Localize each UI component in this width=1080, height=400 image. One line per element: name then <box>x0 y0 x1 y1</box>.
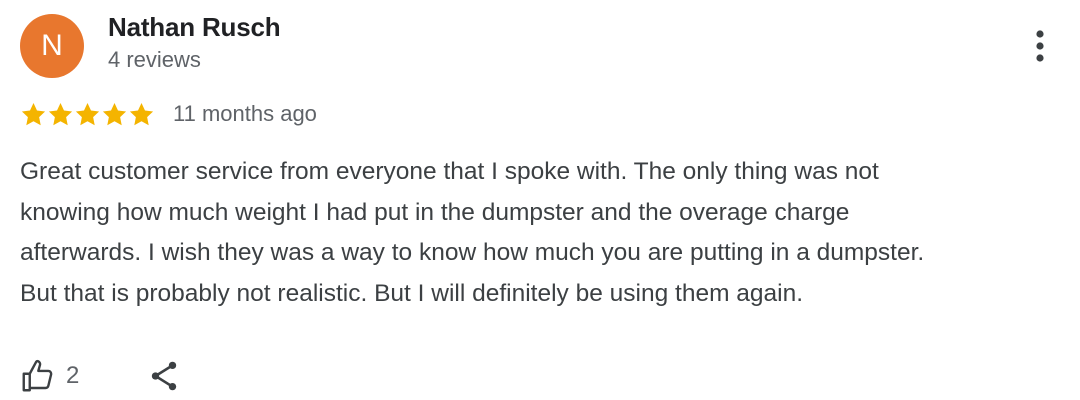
author-name[interactable]: Nathan Rusch <box>108 12 281 43</box>
star-rating <box>20 101 155 128</box>
thumbs-up-icon <box>22 359 53 392</box>
star-icon <box>102 102 127 125</box>
avatar-initial: N <box>41 29 63 62</box>
more-vertical-icon <box>1036 30 1044 62</box>
review-date: 11 months ago <box>173 101 317 126</box>
more-options-button[interactable] <box>1024 24 1056 68</box>
review-card: N Nathan Rusch 4 reviews 11 months ago G… <box>0 0 1080 400</box>
author-review-count: 4 reviews <box>108 47 201 72</box>
star-icon <box>48 102 73 125</box>
review-text: Great customer service from everyone tha… <box>20 158 925 307</box>
share-button[interactable] <box>147 358 181 394</box>
avatar[interactable]: N <box>20 14 84 78</box>
like-button[interactable]: 2 <box>20 358 79 394</box>
star-icon <box>129 102 154 125</box>
review-actions: 2 <box>20 354 181 398</box>
share-icon <box>152 361 177 391</box>
rating-row: 11 months ago <box>20 98 317 130</box>
star-icon <box>75 102 100 125</box>
like-count: 2 <box>66 362 80 389</box>
star-icon <box>21 102 46 125</box>
